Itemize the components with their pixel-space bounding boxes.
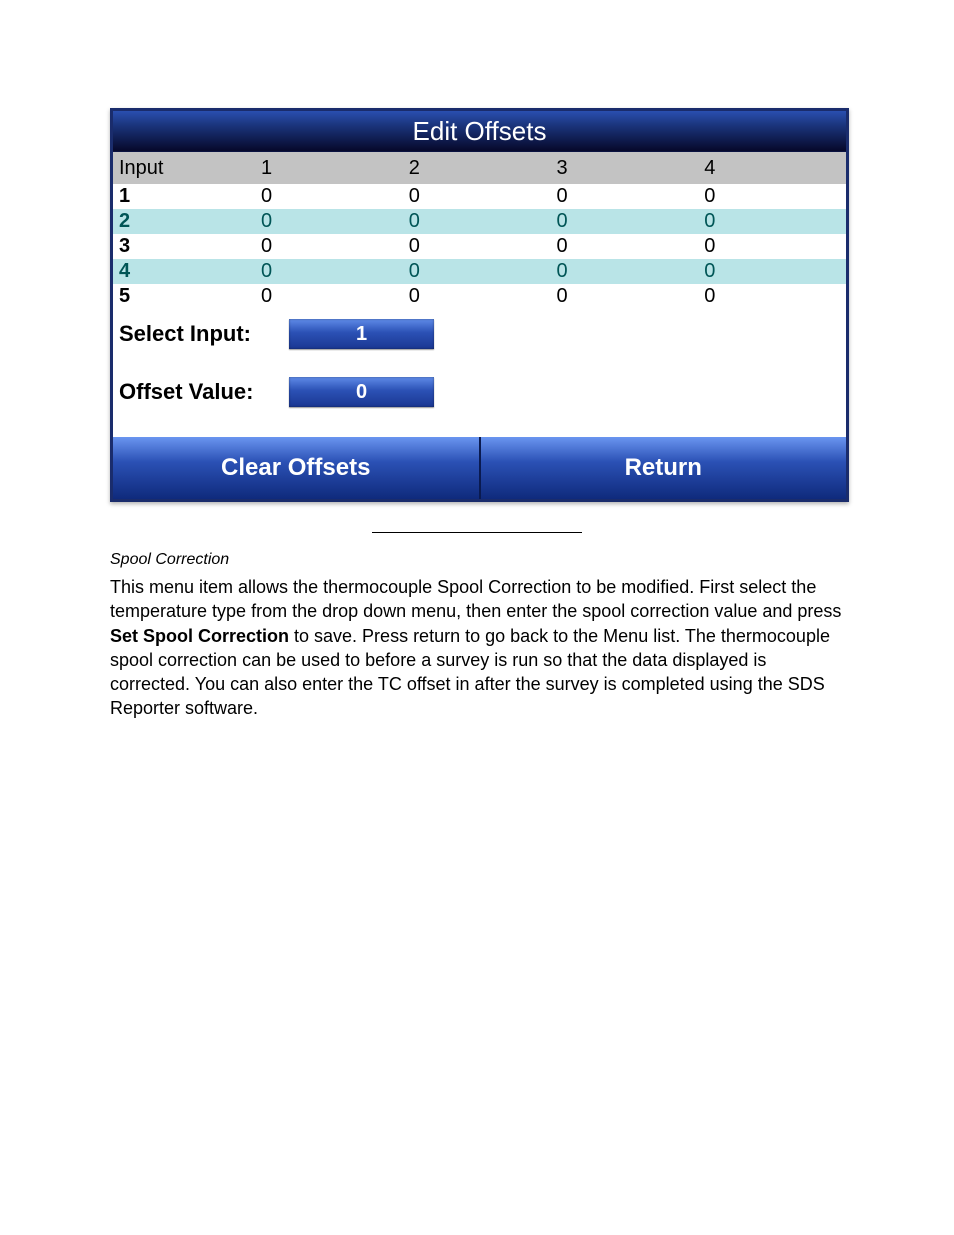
return-button[interactable]: Return: [479, 437, 847, 499]
select-input-label: Select Input:: [119, 321, 289, 347]
clear-offsets-button[interactable]: Clear Offsets: [113, 437, 479, 499]
edit-offsets-panel: Edit Offsets Input 1 2 3 4 1 0 0 0 0: [110, 108, 849, 502]
cell: 0: [698, 184, 846, 209]
table-header-row: Input 1 2 3 4: [113, 152, 846, 184]
cell: 0: [551, 234, 699, 259]
header-col-3: 3: [551, 152, 699, 184]
offsets-table: Input 1 2 3 4 1 0 0 0 0 2 0 0: [113, 152, 846, 309]
cell: 0: [403, 209, 551, 234]
body-text-bold: Set Spool Correction: [110, 626, 289, 646]
header-col-4: 4: [698, 152, 846, 184]
cell: 0: [255, 209, 403, 234]
table-row: 4 0 0 0 0: [113, 259, 846, 284]
table-row: 5 0 0 0 0: [113, 284, 846, 309]
table-row: 3 0 0 0 0: [113, 234, 846, 259]
controls-area: Select Input: 1 Offset Value: 0: [113, 309, 846, 437]
section-body: This menu item allows the thermocouple S…: [110, 575, 844, 721]
cell: 0: [255, 234, 403, 259]
header-col-1: 1: [255, 152, 403, 184]
cell: 0: [551, 209, 699, 234]
offset-value-field[interactable]: 0: [289, 377, 434, 407]
row-label: 3: [113, 234, 255, 259]
cell: 0: [255, 259, 403, 284]
cell: 0: [698, 234, 846, 259]
cell: 0: [698, 209, 846, 234]
row-label: 1: [113, 184, 255, 209]
cell: 0: [255, 184, 403, 209]
separator: [372, 532, 582, 533]
cell: 0: [403, 234, 551, 259]
table-row: 1 0 0 0 0: [113, 184, 846, 209]
table-row: 2 0 0 0 0: [113, 209, 846, 234]
cell: 0: [551, 259, 699, 284]
cell: 0: [403, 184, 551, 209]
cell: 0: [403, 284, 551, 309]
row-label: 4: [113, 259, 255, 284]
select-input-field[interactable]: 1: [289, 319, 434, 349]
cell: 0: [698, 284, 846, 309]
section-heading: Spool Correction: [110, 551, 844, 569]
cell: 0: [255, 284, 403, 309]
cell: 0: [551, 184, 699, 209]
cell: 0: [403, 259, 551, 284]
row-label: 5: [113, 284, 255, 309]
body-text-pre: This menu item allows the thermocouple S…: [110, 577, 841, 621]
header-col-2: 2: [403, 152, 551, 184]
header-input-label: Input: [113, 152, 255, 184]
panel-title: Edit Offsets: [113, 111, 846, 152]
offset-value-label: Offset Value:: [119, 379, 289, 405]
cell: 0: [698, 259, 846, 284]
cell: 0: [551, 284, 699, 309]
row-label: 2: [113, 209, 255, 234]
